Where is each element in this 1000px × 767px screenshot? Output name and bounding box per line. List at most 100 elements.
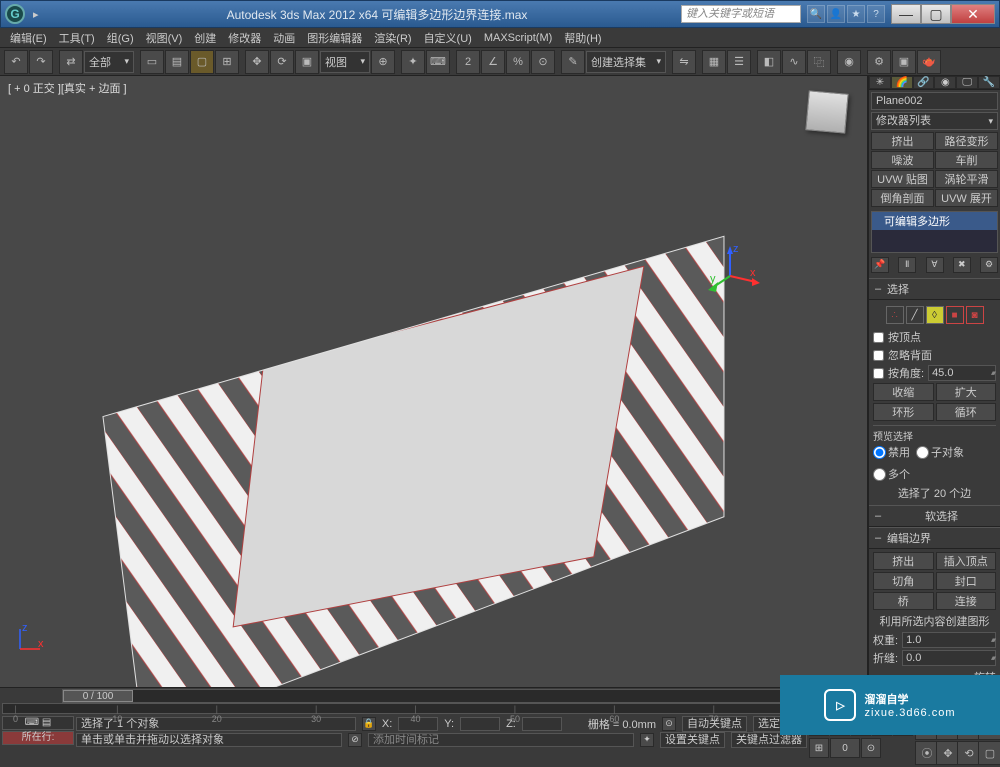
align-icon[interactable]: ▦ xyxy=(702,50,726,74)
time-slider-thumb[interactable]: 0 / 100 xyxy=(63,690,133,702)
tab-modify-icon[interactable]: 🌈 xyxy=(891,76,913,89)
extrude-button[interactable]: 挤出 xyxy=(873,552,934,570)
menu-tools[interactable]: 工具(T) xyxy=(53,30,101,46)
lock-selection-icon[interactable]: 🔒 xyxy=(362,717,376,731)
set-key-button[interactable]: 设置关键点 xyxy=(660,732,725,748)
chamfer-button[interactable]: 切角 xyxy=(873,572,934,590)
isolate-icon[interactable]: ⊘ xyxy=(348,733,362,747)
border-level-icon[interactable]: ◊ xyxy=(926,306,944,324)
show-end-icon[interactable]: Ⅱ xyxy=(898,257,916,273)
create-shape-label[interactable]: 利用所选内容创建图形 xyxy=(873,611,996,631)
loop-button[interactable]: 循环 xyxy=(936,403,997,421)
polygon-level-icon[interactable]: ■ xyxy=(946,306,964,324)
menu-animation[interactable]: 动画 xyxy=(267,30,301,46)
crease-spinner[interactable]: 0.0 xyxy=(902,650,996,666)
mod-extrude[interactable]: 挤出 xyxy=(871,132,934,150)
minimize-button[interactable]: — xyxy=(891,4,921,24)
rollout-selection[interactable]: 选择 xyxy=(869,278,1000,300)
insertvertex-button[interactable]: 插入顶点 xyxy=(936,552,997,570)
snap-percent-icon[interactable]: % xyxy=(506,50,530,74)
mod-turbosmooth[interactable]: 涡轮平滑 xyxy=(935,170,998,188)
configure-icon[interactable]: ⚙ xyxy=(980,257,998,273)
remove-mod-icon[interactable]: ✖ xyxy=(953,257,971,273)
ignore-backfacing-checkbox[interactable] xyxy=(873,350,884,361)
key-mode-icon[interactable]: ⊙ xyxy=(662,717,676,731)
mod-noise[interactable]: 噪波 xyxy=(871,151,934,169)
favorite-icon[interactable]: ★ xyxy=(847,5,865,23)
time-tag-field[interactable]: 添加时间标记 xyxy=(368,733,634,747)
weight-spinner[interactable]: 1.0 xyxy=(902,632,996,648)
render-icon[interactable]: 🫖 xyxy=(917,50,941,74)
render-frame-icon[interactable]: ▣ xyxy=(892,50,916,74)
tab-utilities-icon[interactable]: 🔧 xyxy=(978,76,1000,89)
angle-spinner[interactable]: 45.0 xyxy=(928,365,996,381)
pivot-icon[interactable]: ⊕ xyxy=(371,50,395,74)
menu-rendering[interactable]: 渲染(R) xyxy=(368,30,417,46)
move-icon[interactable]: ✥ xyxy=(245,50,269,74)
modifier-list-dropdown[interactable]: 修改器列表 xyxy=(871,112,998,130)
vertex-level-icon[interactable]: ∴ xyxy=(886,306,904,324)
edge-level-icon[interactable]: ╱ xyxy=(906,306,924,324)
menu-edit[interactable]: 编辑(E) xyxy=(4,30,53,46)
help-search-input[interactable]: 键入关键字或短语 xyxy=(681,5,801,23)
scale-icon[interactable]: ▣ xyxy=(295,50,319,74)
mod-uvwunwrap[interactable]: UVW 展开 xyxy=(935,189,998,207)
modifier-stack[interactable]: 可编辑多边形 xyxy=(871,211,998,253)
close-button[interactable]: ✕ xyxy=(951,4,995,24)
ref-coord-dropdown[interactable]: 视图 xyxy=(320,51,370,73)
layers-icon[interactable]: ☰ xyxy=(727,50,751,74)
menu-grapheditors[interactable]: 图形编辑器 xyxy=(301,30,368,46)
object-name-field[interactable]: Plane002 xyxy=(871,92,998,110)
menu-maxscript[interactable]: MAXScript(M) xyxy=(478,32,558,44)
signin-icon[interactable]: 👤 xyxy=(827,5,845,23)
by-angle-checkbox[interactable] xyxy=(873,368,884,379)
unique-icon[interactable]: ∀ xyxy=(926,257,944,273)
time-config-icon[interactable]: ⊞ xyxy=(809,738,829,758)
snap-angle-icon[interactable]: ∠ xyxy=(481,50,505,74)
pin-stack-icon[interactable]: 📌 xyxy=(871,257,889,273)
key-mode-toggle-icon[interactable]: ⊙ xyxy=(861,738,881,758)
manipulate-icon[interactable]: ✦ xyxy=(401,50,425,74)
move-gizmo[interactable]: z x y xyxy=(700,246,760,306)
cap-button[interactable]: 封口 xyxy=(936,572,997,590)
menu-customize[interactable]: 自定义(U) xyxy=(418,30,478,46)
y-coord-field[interactable] xyxy=(460,717,500,731)
mod-bevelprofile[interactable]: 倒角剖面 xyxy=(871,189,934,207)
max-toggle-icon[interactable]: ▢ xyxy=(978,741,1000,765)
named-selection-dropdown[interactable]: 创建选择集 xyxy=(586,51,666,73)
tab-hierarchy-icon[interactable]: 🔗 xyxy=(913,76,935,89)
menu-group[interactable]: 组(G) xyxy=(101,30,140,46)
tab-display-icon[interactable]: 🖵 xyxy=(956,76,978,89)
time-slider[interactable]: 0 / 100 xyxy=(62,689,866,703)
selection-filter-dropdown[interactable]: 全部 xyxy=(84,51,134,73)
rollout-softsel[interactable]: 软选择 xyxy=(869,505,1000,527)
link-icon[interactable]: ⇄ xyxy=(59,50,83,74)
rotate-icon[interactable]: ⟳ xyxy=(270,50,294,74)
tab-create-icon[interactable]: ✳ xyxy=(869,76,891,89)
named-sel-edit-icon[interactable]: ✎ xyxy=(561,50,585,74)
graphite-icon[interactable]: ◧ xyxy=(757,50,781,74)
redo-icon[interactable]: ↷ xyxy=(29,50,53,74)
search-icon[interactable]: 🔍 xyxy=(807,5,825,23)
rollout-editborder[interactable]: 编辑边界 xyxy=(869,527,1000,549)
by-vertex-checkbox[interactable] xyxy=(873,332,884,343)
element-level-icon[interactable]: ◙ xyxy=(966,306,984,324)
window-crossing-icon[interactable]: ⊞ xyxy=(215,50,239,74)
undo-icon[interactable]: ↶ xyxy=(4,50,28,74)
menu-help[interactable]: 帮助(H) xyxy=(558,30,607,46)
preview-multi-radio[interactable] xyxy=(873,468,886,481)
stack-editable-poly[interactable]: 可编辑多边形 xyxy=(872,212,997,230)
grow-button[interactable]: 扩大 xyxy=(936,383,997,401)
snap-2d-icon[interactable]: 2 xyxy=(456,50,480,74)
shrink-button[interactable]: 收缩 xyxy=(873,383,934,401)
mod-pathdeform[interactable]: 路径变形 xyxy=(935,132,998,150)
viewport[interactable]: [ + 0 正交 ][真实 + 边面 ] xyxy=(0,76,868,687)
snap-spinner-icon[interactable]: ⊙ xyxy=(531,50,555,74)
mod-uvwmap[interactable]: UVW 贴图 xyxy=(871,170,934,188)
keyboard-icon[interactable]: ⌨ xyxy=(426,50,450,74)
curve-editor-icon[interactable]: ∿ xyxy=(782,50,806,74)
schematic-icon[interactable]: ⿻ xyxy=(807,50,831,74)
menu-views[interactable]: 视图(V) xyxy=(140,30,189,46)
macro-rec-button[interactable]: 所在行: xyxy=(2,731,74,745)
menu-modifiers[interactable]: 修改器 xyxy=(222,30,267,46)
